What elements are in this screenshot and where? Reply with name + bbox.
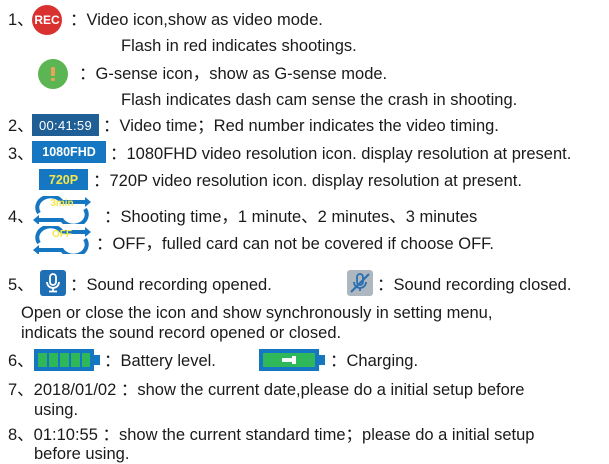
gsense-flash-note: Flash indicates dash cam sense the crash… xyxy=(121,91,518,109)
loop-recording-description: ：Shooting time，1 minute、2 minutes、3 minu… xyxy=(104,208,478,226)
mic-on-icon xyxy=(40,270,66,296)
time-description-line-1: 8、01:10:55 ：show the current standard ti… xyxy=(8,426,535,444)
rec-icon: REC xyxy=(32,5,62,35)
loop-recording-icon-label: 3min xyxy=(50,197,74,209)
mic-on-description: ：Sound recording opened. xyxy=(70,276,272,294)
battery-description: ：Battery level. xyxy=(104,352,216,370)
date-description-line-1: 7、2018/01/02 ：show the current date,plea… xyxy=(8,381,525,399)
item-number-1: 1、 xyxy=(8,11,34,29)
gsense-icon xyxy=(38,59,68,89)
item-number-5: 5、 xyxy=(8,276,34,294)
720p-resolution-description: ：720P video resolution icon. display res… xyxy=(93,172,522,190)
720p-resolution-icon: 720P xyxy=(39,169,88,190)
time-description-line-2: before using. xyxy=(34,445,130,463)
gsense-description: ：G-sense icon，show as G-sense mode. xyxy=(79,65,388,83)
date-description-line-2: using. xyxy=(34,401,79,419)
item-number-6: 6、 xyxy=(8,352,34,370)
video-time-description: ：Video time；Red number indicates the vid… xyxy=(103,117,499,135)
loop-off-icon-label: OFF xyxy=(52,228,72,240)
rec-flash-note: Flash in red indicates shootings. xyxy=(121,37,357,55)
mic-note-line-2: indicats the sound record opened or clos… xyxy=(21,324,342,342)
battery-icon xyxy=(33,348,101,377)
rec-description: ：Video icon,show as video mode. xyxy=(70,11,323,29)
mic-off-icon xyxy=(347,270,373,296)
charging-description: ：Charging. xyxy=(330,352,419,370)
fhd-resolution-icon: 1080FHD xyxy=(32,141,106,163)
charging-icon xyxy=(258,348,326,377)
mic-off-description: ：Sound recording closed. xyxy=(377,276,572,294)
fhd-resolution-description: ：1080FHD video resolution icon. display … xyxy=(110,145,572,163)
loop-off-description: ：OFF，fulled card can not be covered if c… xyxy=(96,235,495,253)
item-number-4: 4、 xyxy=(8,208,34,226)
item-number-3: 3、 xyxy=(8,145,34,163)
item-number-2: 2、 xyxy=(8,117,34,135)
mic-note-line-1: Open or close the icon and show synchron… xyxy=(21,304,493,322)
video-time-icon: 00:41:59 xyxy=(32,114,99,136)
